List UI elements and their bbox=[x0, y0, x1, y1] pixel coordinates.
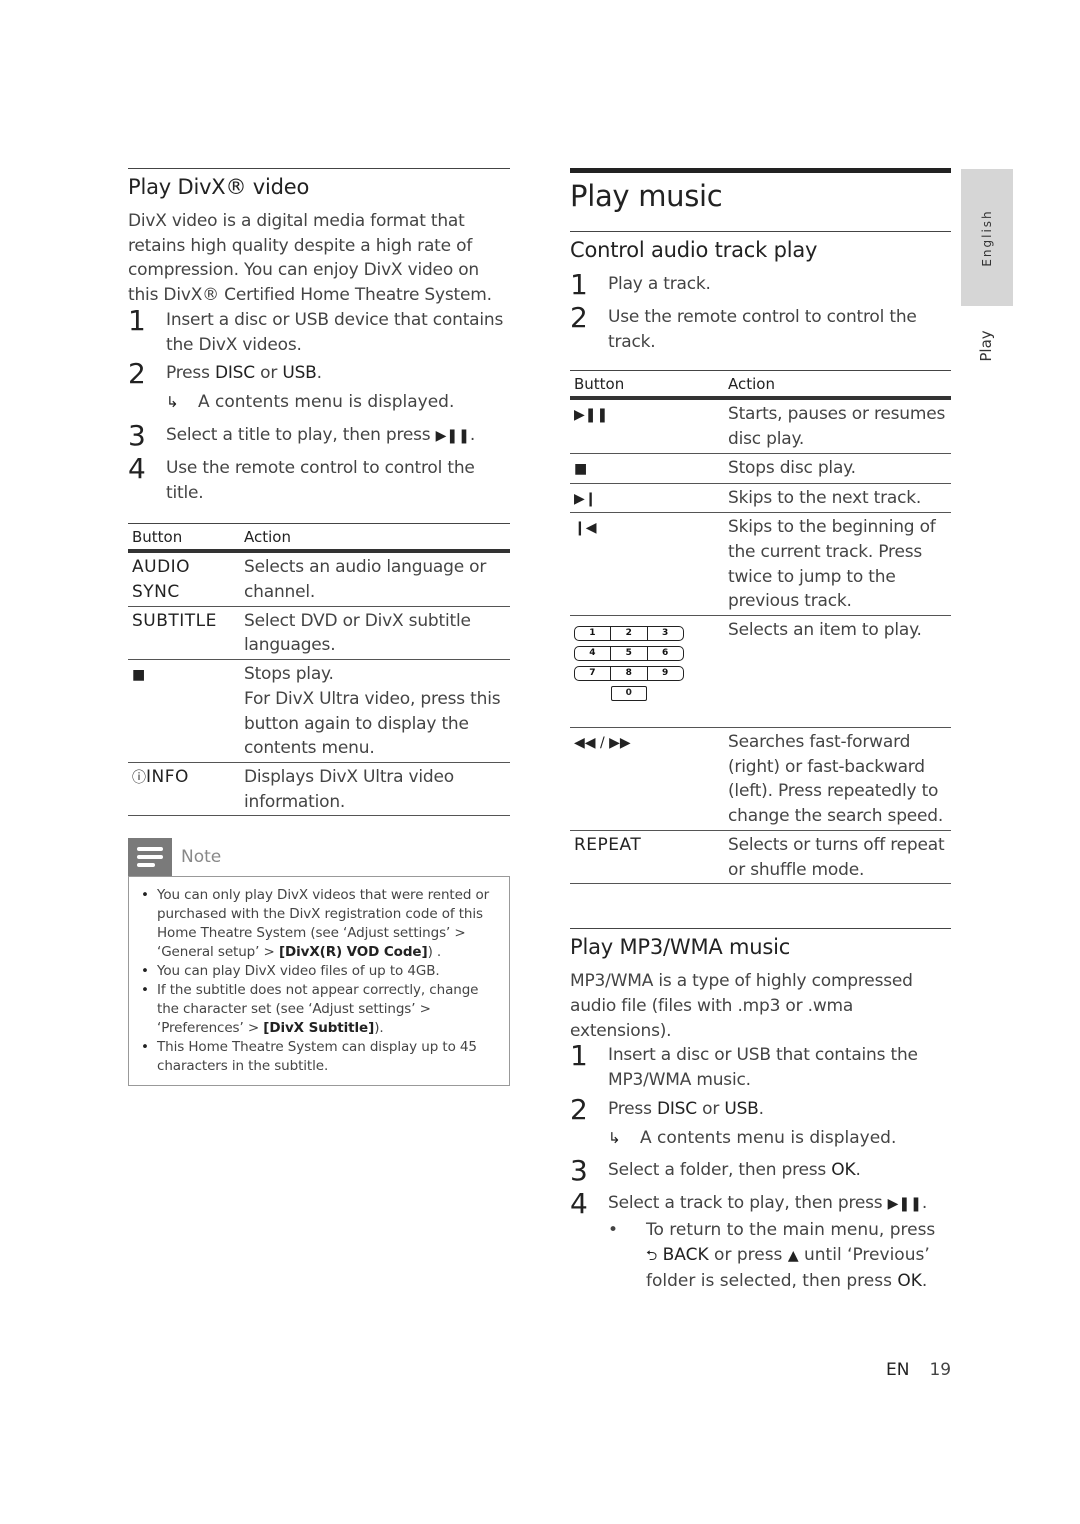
note-header: Note bbox=[128, 838, 510, 877]
chapter-tab: Play bbox=[977, 329, 995, 362]
divx-section: Play DivX® video DivX video is a digital… bbox=[128, 168, 510, 1087]
section-title: Play MP3/WMA music bbox=[570, 935, 791, 960]
info-icon: ⓘ bbox=[132, 769, 146, 786]
table-row: ■ Stops disc play. bbox=[570, 453, 951, 484]
section-title: Play DivX® video bbox=[128, 175, 310, 199]
button-action-table: Button Action AUDIO SYNC Selects an audi… bbox=[128, 523, 510, 817]
note-icon bbox=[128, 838, 172, 877]
step-1: 1 Insert a disc or USB device that conta… bbox=[128, 303, 504, 355]
step-3: 3 Select a folder, then press OK. bbox=[570, 1154, 861, 1188]
step-1: 1 Play a track. bbox=[570, 268, 711, 301]
language-code: EN bbox=[886, 1360, 910, 1380]
stop-icon: ■ bbox=[574, 460, 588, 477]
table-row: ▶❚❚ Starts, pauses or resumes disc play. bbox=[570, 398, 951, 454]
step-4: 4 Select a track to play, then press ▶❚❚… bbox=[570, 1187, 928, 1221]
button-info: INFO bbox=[146, 766, 189, 787]
step-2-result: ↳ A contents menu is displayed. bbox=[608, 1126, 951, 1151]
note-item: You can play DivX video files of up to 4… bbox=[139, 962, 497, 981]
play-music-section: Play music Control audio track play 1 Pl… bbox=[570, 168, 951, 1294]
note-title: Note bbox=[181, 847, 222, 868]
play-pause-icon: ▶❚❚ bbox=[574, 407, 609, 424]
ok-key: OK bbox=[831, 1160, 856, 1181]
chapter-title: Play music bbox=[570, 179, 723, 213]
result-arrow-icon: ↳ bbox=[166, 393, 179, 412]
step-2: 2 Press DISC or USB. bbox=[128, 357, 322, 391]
note-item: This Home Theatre System can display up … bbox=[139, 1038, 497, 1076]
table-row: AUDIO SYNC Selects an audio language or … bbox=[128, 551, 510, 607]
table-row: SUBTITLE Select DVD or DivX subtitle lan… bbox=[128, 606, 510, 661]
rewind-forward-icon: ◀◀ / ▶▶ bbox=[574, 735, 631, 752]
button-subtitle: SUBTITLE bbox=[128, 606, 240, 661]
chapter-divider bbox=[570, 168, 951, 173]
up-arrow-icon: ▲ bbox=[787, 1248, 799, 1265]
note-item: You can only play DivX videos that were … bbox=[139, 886, 497, 962]
step-4: 4 Use the remote control to control the … bbox=[128, 451, 475, 503]
section-divider bbox=[128, 168, 510, 169]
section-divider bbox=[570, 928, 951, 930]
numeric-keypad-icon: 123 456 789 0 bbox=[574, 626, 720, 702]
usb-key: USB bbox=[724, 1098, 759, 1119]
step-2: 2 Press DISC or USB. bbox=[570, 1092, 764, 1126]
step-3: 3 Select a title to play, then press ▶❚❚… bbox=[128, 418, 476, 452]
button-audio-sync: AUDIO SYNC bbox=[128, 551, 240, 607]
page-footer: EN 19 bbox=[886, 1360, 951, 1380]
step-2: 2 Use the remote control to control the … bbox=[570, 301, 917, 352]
table-row: ◀◀ / ▶▶ Searches fast-forward (right) or… bbox=[570, 727, 951, 831]
usb-key: USB bbox=[282, 363, 317, 384]
step-4-bullet: • To return to the main menu, press ⮌ BA… bbox=[608, 1220, 936, 1291]
button-repeat: REPEAT bbox=[570, 830, 724, 885]
result-arrow-icon: ↳ bbox=[608, 1128, 621, 1147]
table-row: 123 456 789 0 Selects an item to play. bbox=[570, 615, 951, 729]
intro-paragraph: MP3/WMA is a type of highly compressed a… bbox=[570, 971, 913, 1041]
column-header: Action bbox=[240, 523, 510, 554]
back-icon: ⮌ bbox=[646, 1248, 658, 1265]
table-row: ■ Stops play. For DivX Ultra video, press… bbox=[128, 659, 510, 763]
page-number: 19 bbox=[929, 1360, 952, 1380]
table-row: ⓘINFO Displays DivX Ultra video informat… bbox=[128, 762, 510, 817]
note-box: You can only play DivX videos that were … bbox=[128, 876, 510, 1087]
disc-key: DISC bbox=[214, 363, 255, 384]
intro-paragraph: DivX video is a digital media format tha… bbox=[128, 211, 492, 306]
next-track-icon: ▶❙ bbox=[574, 490, 597, 507]
button-action-table: Button Action ▶❚❚ Starts, pauses or resu… bbox=[570, 370, 951, 885]
table-row: ▶❙ Skips to the next track. bbox=[570, 483, 951, 514]
section-title: Control audio track play bbox=[570, 238, 818, 262]
column-header: Action bbox=[724, 370, 951, 401]
section-divider bbox=[570, 231, 951, 232]
language-tab: English bbox=[961, 169, 1013, 306]
note-item: If the subtitle does not appear correctl… bbox=[139, 981, 497, 1038]
step-1: 1 Insert a disc or USB that contains the… bbox=[570, 1039, 918, 1091]
column-header: Button bbox=[128, 523, 240, 554]
previous-track-icon: ❙◀ bbox=[574, 520, 597, 537]
play-pause-icon: ▶❚❚ bbox=[887, 1196, 922, 1213]
table-row: REPEAT Selects or turns off repeat or sh… bbox=[570, 830, 951, 885]
stop-icon: ■ bbox=[132, 667, 146, 684]
step-2-result: ↳ A contents menu is displayed. bbox=[166, 390, 510, 415]
disc-key: DISC bbox=[656, 1098, 697, 1119]
column-header: Button bbox=[570, 370, 724, 401]
play-pause-icon: ▶❚❚ bbox=[435, 427, 470, 444]
table-row: ❙◀ Skips to the beginning of the current… bbox=[570, 512, 951, 617]
